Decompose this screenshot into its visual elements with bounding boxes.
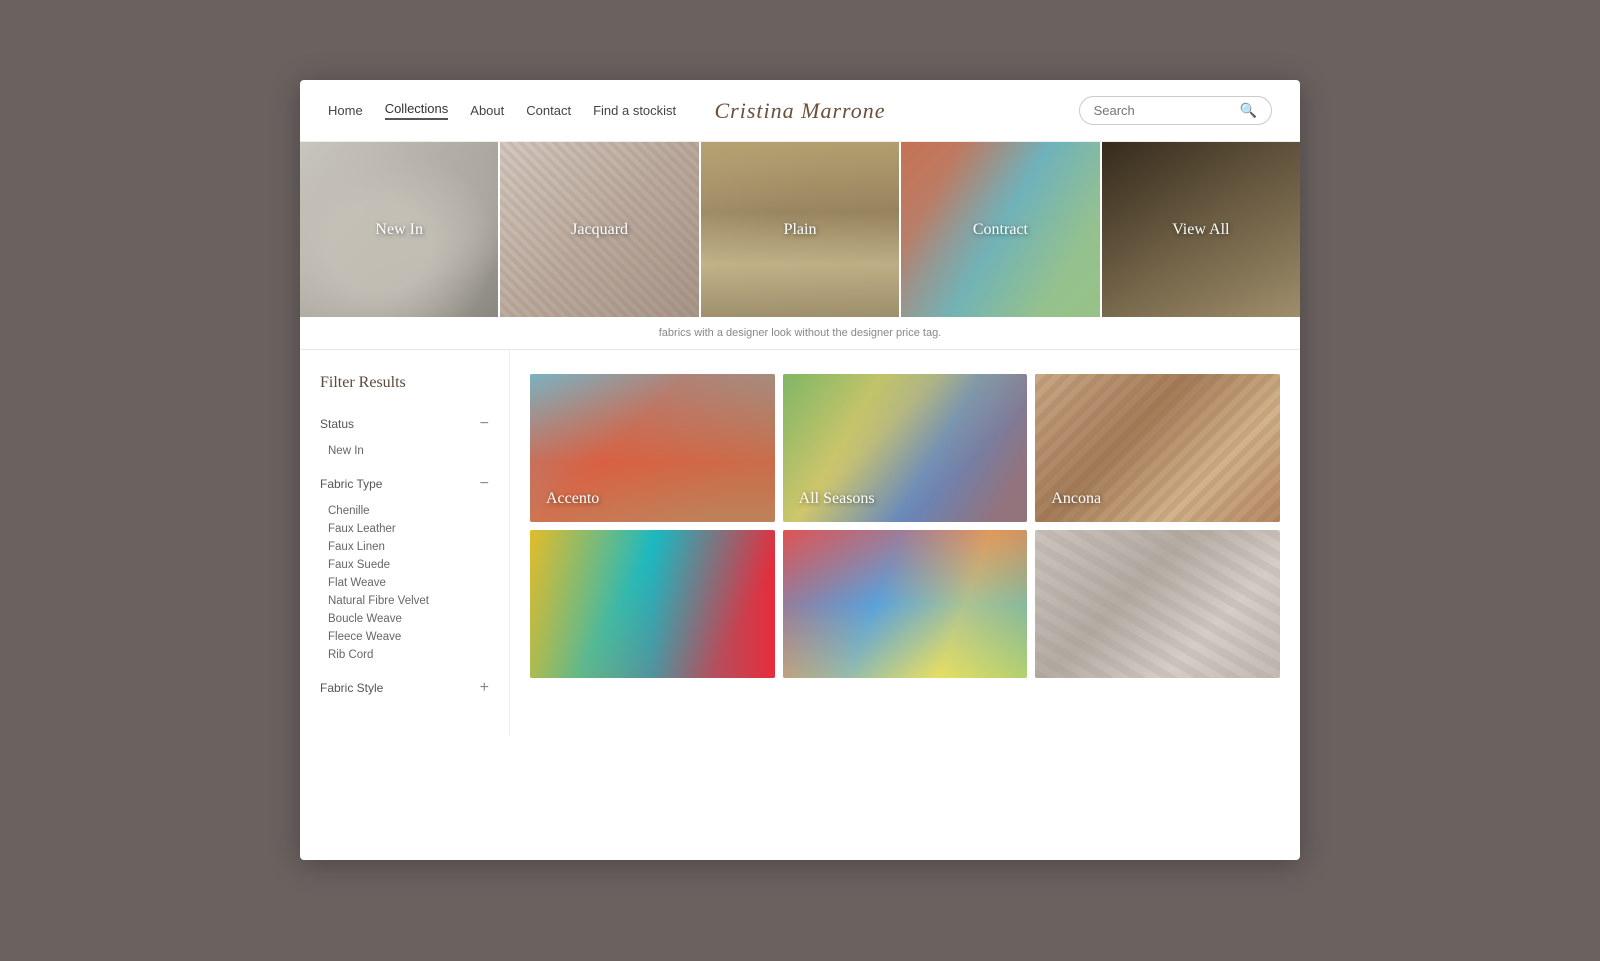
product-card-label: Ancona	[1051, 490, 1101, 508]
product-card-item[interactable]	[1035, 530, 1280, 678]
filter-section-header-fabric-type[interactable]: Fabric Type −	[320, 476, 489, 492]
nav-link-collections[interactable]: Collections	[385, 101, 449, 120]
product-card-item[interactable]	[530, 530, 775, 678]
banner-label: Contract	[973, 221, 1028, 239]
filter-section-name: Status	[320, 417, 354, 431]
filter-item-fleece-weave[interactable]: Fleece Weave	[320, 628, 489, 646]
banner-contract[interactable]: Contract	[901, 142, 1099, 317]
main-content: Filter Results Status − New In Fabric Type −…	[300, 350, 1300, 736]
search-input[interactable]	[1094, 103, 1234, 118]
product-card-label: Accento	[546, 490, 599, 508]
nav-links: Home Collections About Contact Find a stocki…	[328, 101, 676, 120]
product-card-item[interactable]	[783, 530, 1028, 678]
sidebar: Filter Results Status − New In Fabric Type −…	[300, 350, 510, 736]
banner-plain[interactable]: Plain	[701, 142, 899, 317]
nav-link-find-a-stockist[interactable]: Find a stockist	[593, 103, 676, 118]
filter-item-flat-weave[interactable]: Flat Weave	[320, 574, 489, 592]
sidebar-title: Filter Results	[320, 374, 489, 392]
filter-section-header-fabric-style[interactable]: Fabric Style +	[320, 680, 489, 696]
filter-item-faux-leather[interactable]: Faux Leather	[320, 520, 489, 538]
product-card-ancona[interactable]: Ancona	[1035, 374, 1280, 522]
filter-section-fabric-style: Fabric Style +	[320, 680, 489, 696]
search-icon[interactable]: 🔍	[1240, 102, 1257, 119]
product-card-accento[interactable]: Accento	[530, 374, 775, 522]
filter-item-natural-fibre-velvet[interactable]: Natural Fibre Velvet	[320, 592, 489, 610]
site-logo: Cristina Marrone	[714, 98, 885, 124]
filter-section-name: Fabric Style	[320, 681, 383, 695]
filter-item-chenille[interactable]: Chenille	[320, 502, 489, 520]
filter-section-fabric-type: Fabric Type − ChenilleFaux LeatherFaux Lin…	[320, 476, 489, 664]
nav-link-contact[interactable]: Contact	[526, 103, 571, 118]
filter-item-faux-suede[interactable]: Faux Suede	[320, 556, 489, 574]
filter-item-boucle-weave[interactable]: Boucle Weave	[320, 610, 489, 628]
browser-window: Home Collections About Contact Find a stocki…	[300, 80, 1300, 860]
banner-label: Plain	[784, 221, 817, 239]
filter-section-header-status[interactable]: Status −	[320, 416, 489, 432]
banner-label: View All	[1172, 221, 1229, 239]
hero-banners: New In Jacquard Plain Contract View All	[300, 142, 1300, 317]
product-card-label: All Seasons	[799, 490, 875, 508]
filter-item-new-in[interactable]: New In	[320, 442, 489, 460]
tagline: fabrics with a designer look without the…	[300, 317, 1300, 350]
banner-label: New In	[375, 221, 423, 239]
nav-link-about[interactable]: About	[470, 103, 504, 118]
filter-toggle-icon[interactable]: +	[480, 680, 489, 696]
filter-item-faux-linen[interactable]: Faux Linen	[320, 538, 489, 556]
banner-label: Jacquard	[571, 221, 628, 239]
filter-section-status: Status − New In	[320, 416, 489, 460]
products-area: Accento All Seasons Ancona	[510, 350, 1300, 736]
banner-new-in[interactable]: New In	[300, 142, 498, 317]
banner-jacquard[interactable]: Jacquard	[500, 142, 698, 317]
search-form: 🔍	[1079, 96, 1272, 125]
banner-view-all[interactable]: View All	[1102, 142, 1300, 317]
nav-link-home[interactable]: Home	[328, 103, 363, 118]
filter-item-rib-cord[interactable]: Rib Cord	[320, 646, 489, 664]
filter-toggle-icon[interactable]: −	[480, 416, 489, 432]
products-grid: Accento All Seasons Ancona	[530, 374, 1280, 678]
filter-toggle-icon[interactable]: −	[480, 476, 489, 492]
filter-section-name: Fabric Type	[320, 477, 382, 491]
product-card-all-seasons[interactable]: All Seasons	[783, 374, 1028, 522]
nav-bar: Home Collections About Contact Find a stocki…	[300, 80, 1300, 142]
